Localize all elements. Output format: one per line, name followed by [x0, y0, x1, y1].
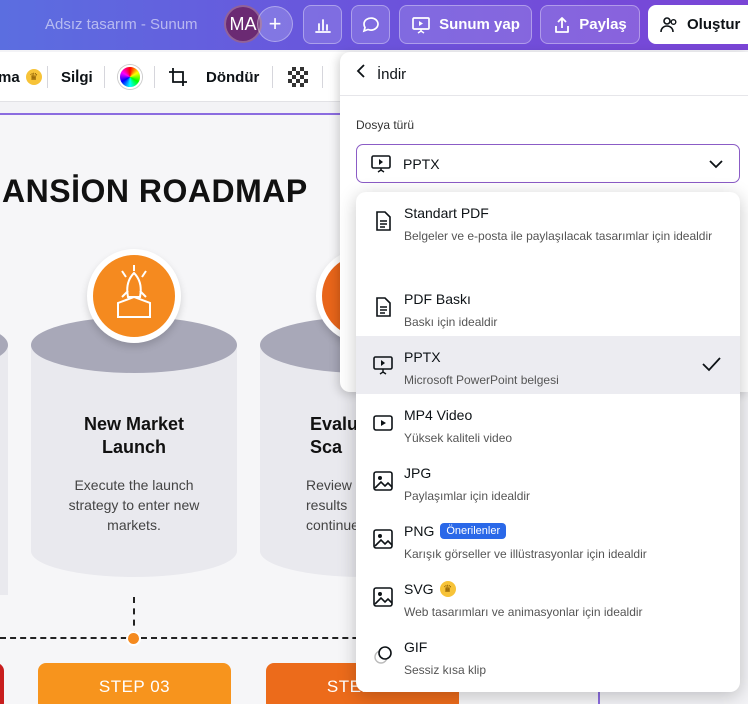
document-title[interactable]: Adsız tasarım - Sunum	[45, 16, 198, 33]
roadmap-pillar[interactable]	[31, 345, 237, 577]
option-gif[interactable]: GIF Sessiz kısa klip	[356, 626, 740, 684]
document-icon	[376, 297, 391, 317]
crop-button[interactable]	[168, 52, 188, 102]
create-label: Oluştur	[687, 16, 741, 33]
top-bar: Adsız tasarım - Sunum MA + Sunum yap Pay…	[0, 0, 748, 50]
option-jpg[interactable]: JPG Paylaşımlar için idealdir	[356, 452, 740, 510]
create-button[interactable]: Oluştur	[648, 5, 748, 44]
gif-icon	[374, 646, 392, 664]
color-wheel-icon	[118, 65, 142, 89]
option-description: Baskı için idealdir	[404, 315, 498, 329]
option-title: MP4 Video	[404, 407, 473, 423]
checkmark-icon	[702, 357, 721, 372]
people-icon	[660, 16, 677, 32]
option-description: Paylaşımlar için idealdir	[404, 489, 531, 503]
image-icon	[373, 587, 393, 607]
step-box[interactable]: STEP 03	[38, 663, 231, 704]
rotate-button[interactable]: Döndür	[206, 52, 259, 102]
option-title-row: SVG ♛	[404, 581, 456, 597]
card-description[interactable]: Execute the launch strategy to enter new…	[56, 475, 212, 535]
option-pdf-print[interactable]: PDF Baskı Baskı için idealdir	[356, 278, 740, 336]
share-button[interactable]: Paylaş	[540, 5, 640, 44]
panel-title: İndir	[377, 66, 407, 83]
option-png[interactable]: PNG Önerilenler Karışık görseller ve ill…	[356, 510, 740, 568]
video-icon	[373, 415, 393, 431]
toolbar-divider	[47, 66, 48, 88]
option-description: Web tasarımları ve animasyonlar için ide…	[404, 605, 643, 619]
back-chevron-icon[interactable]	[356, 64, 368, 83]
option-title: PPTX	[404, 349, 441, 365]
image-icon	[373, 471, 393, 491]
erase-button[interactable]: Sil̇gi	[61, 52, 93, 102]
presentation-icon	[373, 356, 393, 375]
option-description: Sessiz kısa klip	[404, 663, 487, 677]
file-type-select[interactable]: PPTX	[356, 144, 740, 183]
present-button[interactable]: Sunum yap	[399, 5, 532, 44]
image-icon	[373, 529, 393, 549]
presentation-icon	[412, 16, 430, 34]
option-description: Karışık görseller ve illüstrasyonlar içi…	[404, 547, 647, 561]
card-title[interactable]: New Market Launch	[31, 413, 237, 459]
toolbar-divider	[322, 66, 323, 88]
slide-title[interactable]: ANSİON ROADMAP	[2, 173, 308, 210]
editor-toolbar: ma ♛ Sil̇gi Döndür	[0, 52, 360, 102]
step-box[interactable]	[0, 663, 4, 704]
comment-icon	[362, 16, 379, 32]
document-icon	[376, 211, 391, 231]
chevron-down-icon	[709, 160, 723, 169]
presentation-icon	[371, 155, 391, 173]
option-title: PNG	[404, 523, 435, 539]
toolbar-item-partial-label: ma	[0, 68, 20, 86]
recommended-badge: Önerilenler	[440, 523, 507, 539]
toolbar-divider	[104, 66, 105, 88]
share-label: Paylaş	[579, 16, 627, 33]
toolbar-divider	[154, 66, 155, 88]
option-title: Standart PDF	[404, 205, 489, 221]
panel-header: İndir	[340, 52, 748, 96]
option-description: Yüksek kaliteli video	[404, 431, 513, 445]
present-label: Sunum yap	[439, 16, 520, 33]
option-title: GIF	[404, 639, 428, 655]
crop-icon	[169, 68, 187, 86]
timeline-dot	[126, 631, 141, 646]
checkerboard-icon	[288, 67, 308, 87]
share-icon	[555, 16, 570, 33]
option-title-row: PNG Önerilenler	[404, 523, 507, 539]
crown-icon: ♛	[25, 69, 42, 85]
file-type-dropdown: Standart PDF Belgeler ve e-posta ile pay…	[356, 192, 740, 692]
color-picker-button[interactable]	[118, 52, 142, 102]
file-type-label: Dosya türü	[356, 118, 415, 132]
toolbar-item-premium[interactable]: ma ♛	[0, 52, 42, 102]
option-title: SVG	[404, 581, 434, 597]
option-svg[interactable]: SVG ♛ Web tasarımları ve animasyonlar iç…	[356, 568, 740, 626]
option-standard-pdf[interactable]: Standart PDF Belgeler ve e-posta ile pay…	[356, 192, 740, 250]
option-title: JPG	[404, 465, 432, 481]
comments-button[interactable]	[351, 5, 390, 44]
option-description: Microsoft PowerPoint belgesi	[404, 373, 559, 387]
roadmap-pillar[interactable]	[0, 345, 8, 595]
bar-chart-icon	[314, 18, 331, 33]
option-pptx[interactable]: PPTX Microsoft PowerPoint belgesi	[356, 336, 740, 394]
toolbar-divider	[272, 66, 273, 88]
crown-icon: ♛	[439, 581, 456, 597]
option-title: PDF Baskı	[404, 291, 471, 307]
option-description: Belgeler ve e-posta ile paylaşılacak tas…	[404, 229, 713, 243]
rocket-icon	[87, 249, 181, 343]
insights-button[interactable]	[303, 5, 342, 44]
transparency-button[interactable]	[288, 52, 308, 102]
option-mp4-video[interactable]: MP4 Video Yüksek kaliteli video	[356, 394, 740, 452]
file-type-value: PPTX	[403, 156, 440, 172]
add-collaborator-button[interactable]: +	[257, 6, 293, 42]
